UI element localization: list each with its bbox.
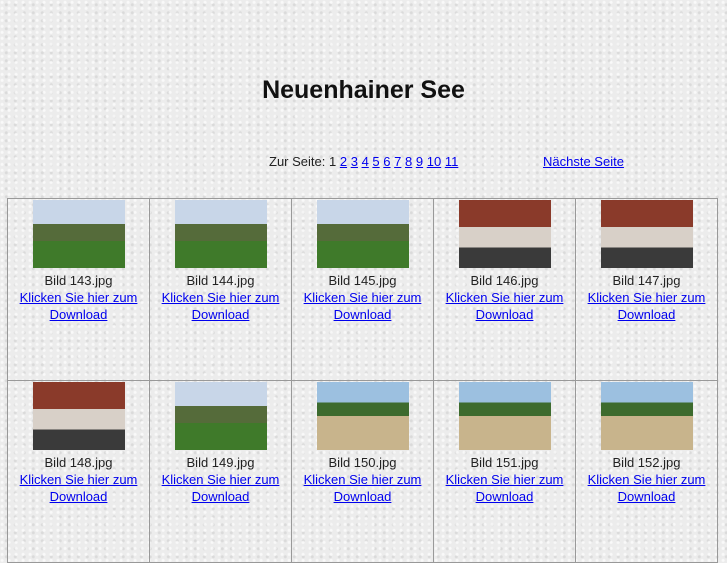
gallery-cell: Bild 152.jpg Klicken Sie hier zum Download [575,380,718,563]
page-link[interactable]: 11 [445,154,459,169]
download-link-line1: Klicken Sie hier zum [445,290,564,305]
image-caption: Bild 151.jpg [470,455,539,470]
pager-label: Zur Seite: [269,154,326,169]
gallery-cell: Bild 149.jpg Klicken Sie hier zum Download [149,380,292,563]
download-link[interactable]: Klicken Sie hier zum Download [434,289,575,323]
photo-thumbnail[interactable] [32,200,125,268]
download-link-line1: Klicken Sie hier zum [19,472,138,487]
download-link-line1: Klicken Sie hier zum [445,472,564,487]
download-link[interactable]: Klicken Sie hier zum Download [434,471,575,505]
photo-thumbnail[interactable] [316,382,409,450]
download-link-line2: Download [475,307,534,322]
download-link-line1: Klicken Sie hier zum [587,290,706,305]
image-caption: Bild 147.jpg [612,273,681,288]
download-link-line2: Download [49,489,108,504]
download-link[interactable]: Klicken Sie hier zum Download [150,289,291,323]
gallery-cell: Bild 147.jpg Klicken Sie hier zum Download [575,198,718,381]
download-link-line1: Klicken Sie hier zum [19,290,138,305]
image-caption: Bild 146.jpg [470,273,539,288]
image-caption: Bild 149.jpg [186,455,255,470]
gallery-row: Bild 148.jpg Klicken Sie hier zum Download… [7,380,718,563]
page-link[interactable]: 9 [416,154,423,169]
download-link-line2: Download [191,307,250,322]
download-link-line2: Download [617,307,676,322]
gallery-row: Bild 143.jpg Klicken Sie hier zum Download… [7,198,718,381]
photo-thumbnail[interactable] [458,200,551,268]
download-link-line2: Download [475,489,534,504]
download-link-line2: Download [49,307,108,322]
download-link-line1: Klicken Sie hier zum [161,290,280,305]
gallery-cell: Bild 148.jpg Klicken Sie hier zum Download [7,380,150,563]
download-link[interactable]: Klicken Sie hier zum Download [8,289,149,323]
photo-thumbnail[interactable] [600,382,693,450]
photo-thumbnail[interactable] [32,382,125,450]
download-link-line1: Klicken Sie hier zum [161,472,280,487]
page-title: Neuenhainer See [262,76,465,104]
photo-thumbnail[interactable] [316,200,409,268]
page-link[interactable]: 3 [351,154,358,169]
image-caption: Bild 145.jpg [328,273,397,288]
download-link-line1: Klicken Sie hier zum [303,290,422,305]
image-caption: Bild 152.jpg [612,455,681,470]
gallery-cell: Bild 151.jpg Klicken Sie hier zum Download [433,380,576,563]
pagination: Zur Seite: 1 2 3 4 5 6 7 8 9 10 11 [269,154,458,169]
image-caption: Bild 150.jpg [328,455,397,470]
gallery-cell: Bild 144.jpg Klicken Sie hier zum Download [149,198,292,381]
download-link[interactable]: Klicken Sie hier zum Download [292,289,433,323]
next-page-link[interactable]: Nächste Seite [543,154,624,169]
page-link[interactable]: 2 [340,154,347,169]
image-caption: Bild 143.jpg [44,273,113,288]
download-link[interactable]: Klicken Sie hier zum Download [292,471,433,505]
page-link[interactable]: 6 [383,154,390,169]
download-link-line1: Klicken Sie hier zum [587,472,706,487]
current-page: 1 [328,154,337,169]
photo-thumbnail[interactable] [174,200,267,268]
page-link[interactable]: 10 [427,154,441,169]
download-link-line2: Download [191,489,250,504]
download-link-line1: Klicken Sie hier zum [303,472,422,487]
image-caption: Bild 144.jpg [186,273,255,288]
download-link-line2: Download [333,489,392,504]
image-caption: Bild 148.jpg [44,455,113,470]
gallery-cell: Bild 146.jpg Klicken Sie hier zum Download [433,198,576,381]
gallery-table: Bild 143.jpg Klicken Sie hier zum Download… [7,198,718,563]
page-link[interactable]: 8 [405,154,412,169]
download-link-line2: Download [617,489,676,504]
gallery-cell: Bild 143.jpg Klicken Sie hier zum Download [7,198,150,381]
download-link[interactable]: Klicken Sie hier zum Download [150,471,291,505]
download-link-line2: Download [333,307,392,322]
page-link[interactable]: 7 [394,154,401,169]
page-link[interactable]: 5 [372,154,379,169]
gallery-cell: Bild 150.jpg Klicken Sie hier zum Download [291,380,434,563]
page-link[interactable]: 4 [362,154,369,169]
download-link[interactable]: Klicken Sie hier zum Download [576,289,717,323]
download-link[interactable]: Klicken Sie hier zum Download [576,471,717,505]
gallery-cell: Bild 145.jpg Klicken Sie hier zum Download [291,198,434,381]
photo-thumbnail[interactable] [458,382,551,450]
photo-thumbnail[interactable] [600,200,693,268]
download-link[interactable]: Klicken Sie hier zum Download [8,471,149,505]
photo-thumbnail[interactable] [174,382,267,450]
